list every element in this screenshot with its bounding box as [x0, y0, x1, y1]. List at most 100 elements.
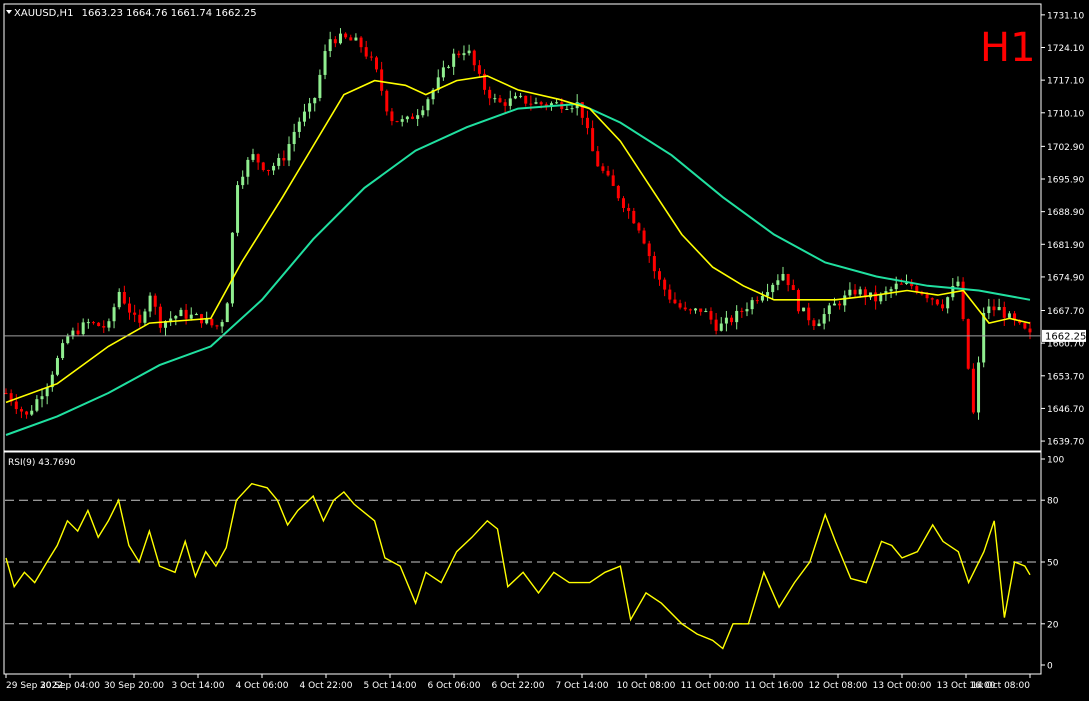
candle-body — [488, 89, 492, 99]
candle-body — [966, 319, 970, 369]
candle-body — [66, 336, 70, 344]
candle-body — [724, 317, 728, 324]
candle-body — [1028, 328, 1032, 333]
candle-body — [241, 176, 245, 186]
time-tick-label: 10 Oct 08:00 — [617, 681, 676, 691]
candle-body — [277, 157, 281, 166]
candle-body — [539, 102, 543, 105]
price-tick-label: 1695.90 — [1047, 176, 1084, 186]
price-tick-label: 1731.10 — [1047, 11, 1084, 21]
time-tick-label: 4 Oct 06:00 — [236, 681, 289, 691]
candle-body — [385, 90, 389, 112]
candle-body — [647, 243, 651, 257]
candle-body — [503, 102, 507, 106]
candle-body — [323, 51, 327, 75]
rsi-tick-label: 20 — [1047, 620, 1059, 630]
price-tick-label: 1717.10 — [1047, 77, 1084, 87]
candle-body — [709, 311, 713, 320]
candle-body — [282, 157, 286, 161]
candle-body — [462, 53, 466, 56]
candle-body — [374, 57, 378, 70]
candle-body — [313, 97, 317, 104]
candle-body — [802, 307, 806, 312]
candle-body — [688, 309, 692, 311]
candle-body — [694, 308, 698, 311]
candle-body — [673, 299, 677, 304]
candle-body — [328, 39, 332, 52]
candle-body — [812, 320, 816, 327]
candle-body — [194, 314, 198, 316]
candle-body — [899, 283, 903, 285]
candle-body — [719, 323, 723, 331]
candle-body — [477, 65, 481, 74]
candle-body — [246, 159, 250, 177]
candle-body — [220, 322, 224, 327]
candle-body — [642, 230, 646, 244]
chart-svg[interactable]: 1731.10 1724.10 1717.10 1710.10 1702.90 1695.… — [0, 0, 1089, 697]
candle-body — [117, 291, 121, 308]
candle-body — [791, 285, 795, 291]
candle-body — [452, 53, 456, 67]
candle-body — [930, 298, 934, 300]
candle-body — [745, 309, 749, 312]
price-tick-label: 1646.70 — [1047, 405, 1084, 415]
time-tick-label: 3 Oct 14:00 — [172, 681, 225, 691]
candle-body — [4, 393, 8, 395]
candle-body — [400, 119, 404, 122]
candle-body — [714, 319, 718, 331]
candle-body — [35, 399, 39, 411]
current-price-label: 1662.25 — [1045, 331, 1086, 342]
time-tick-label: 5 Oct 14:00 — [364, 681, 417, 691]
trading-chart[interactable]: 1731.10 1724.10 1717.10 1710.10 1702.90 1695.… — [0, 0, 1089, 697]
candle-body — [987, 306, 991, 314]
candle-body — [874, 292, 878, 302]
time-tick-label: 11 Oct 16:00 — [745, 681, 804, 691]
candle-body — [441, 67, 445, 78]
candle-body — [699, 308, 703, 312]
candle-body — [405, 116, 409, 120]
candle-body — [380, 69, 384, 91]
rsi-tick-label: 80 — [1047, 497, 1059, 507]
rsi-label: RSI(9) 43.7690 — [8, 458, 76, 468]
candle-body — [508, 98, 512, 106]
price-tick-label: 1667.70 — [1047, 307, 1084, 317]
candle-body — [565, 109, 569, 111]
candle-body — [158, 306, 162, 328]
ohlc-values: 1663.23 1664.76 1661.74 1662.25 — [82, 8, 257, 19]
timeframe-badge: H1 — [980, 25, 1036, 71]
current-price-tag: 1662.25 — [1042, 329, 1086, 342]
candle-body — [333, 39, 337, 44]
candle-body — [776, 280, 780, 285]
candle-body — [827, 305, 831, 315]
time-tick-label: 30 Sep 20:00 — [104, 681, 164, 691]
candle-body — [112, 307, 116, 322]
candle-body — [513, 96, 517, 99]
candle-body — [395, 121, 399, 123]
symbol-name: XAUUSD,H1 — [14, 8, 73, 19]
candle-body — [524, 95, 528, 104]
candle-body — [740, 310, 744, 312]
candle-body — [832, 303, 836, 306]
candle-body — [858, 289, 862, 295]
candle-body — [81, 322, 85, 335]
candle-body — [796, 290, 800, 312]
candle-body — [25, 411, 29, 415]
candle-body — [215, 325, 219, 327]
candle-body — [256, 154, 260, 163]
candle-body — [40, 396, 44, 400]
candle-body — [179, 309, 183, 317]
price-tick-label: 1724.10 — [1047, 44, 1084, 54]
candle-body — [184, 309, 188, 319]
candle-body — [61, 343, 65, 359]
time-tick-label: 4 Oct 22:00 — [300, 681, 353, 691]
candle-body — [735, 310, 739, 323]
candle-body — [621, 198, 625, 208]
candle-body — [1002, 306, 1006, 318]
candle-body — [632, 210, 636, 224]
candle-body — [591, 128, 595, 152]
candle-body — [627, 207, 631, 211]
price-tick-label: 1653.70 — [1047, 372, 1084, 382]
candle-body — [426, 99, 430, 111]
candle-body — [421, 110, 425, 116]
candle-body — [786, 273, 790, 286]
